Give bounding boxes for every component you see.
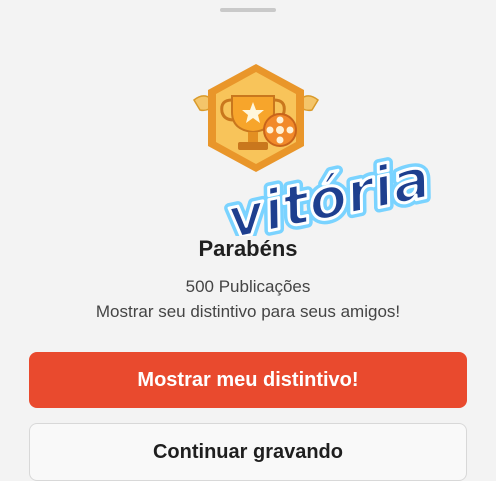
share-message: Mostrar seu distintivo para seus amigos! (95, 302, 401, 321)
continue-recording-button[interactable]: Continuar gravando (29, 423, 467, 481)
victory-sticker-text: vitória (221, 146, 436, 236)
page-title: Parabéns (198, 236, 298, 261)
drag-handle[interactable] (220, 8, 276, 12)
bottom-sheet: vitória vitória Parabéns 500 Publicações… (0, 0, 496, 481)
show-badge-button[interactable]: Mostrar meu distintivo! (29, 352, 467, 408)
posts-count: 500 Publicações (185, 277, 311, 296)
victory-sticker: vitória vitória (205, 116, 445, 257)
